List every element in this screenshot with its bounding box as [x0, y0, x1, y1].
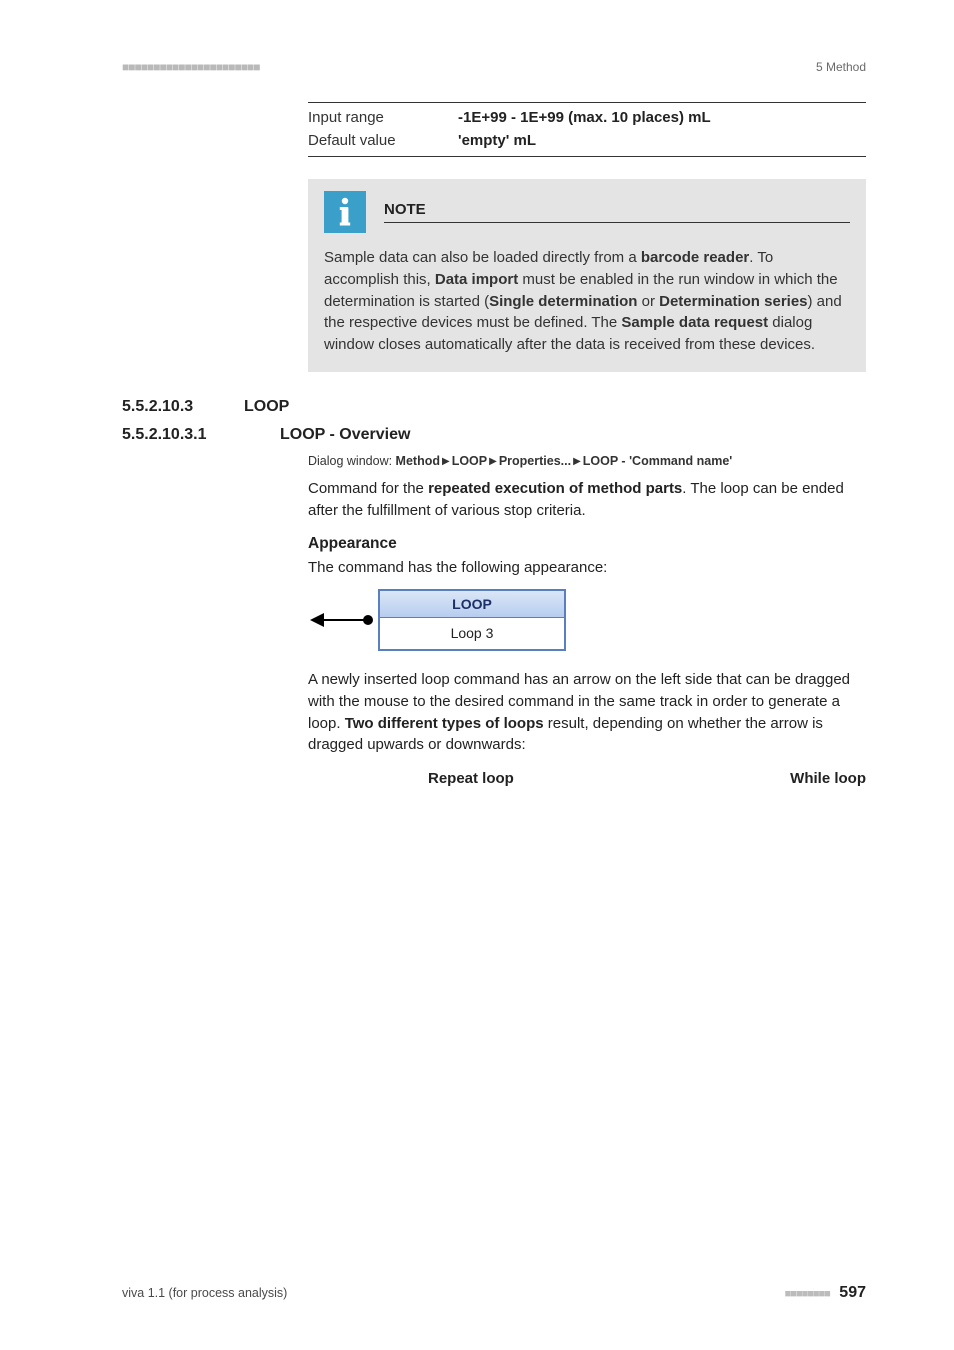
- section-number: 5.5.2.10.3: [122, 398, 244, 416]
- loop-types-row: Repeat loop While loop: [308, 770, 866, 787]
- parameter-table: Input range -1E+99 - 1E+99 (max. 10 plac…: [308, 102, 866, 157]
- dialog-path-prefix: Dialog window:: [308, 454, 396, 468]
- table-row: Input range -1E+99 - 1E+99 (max. 10 plac…: [308, 107, 866, 130]
- section-number: 5.5.2.10.3.1: [122, 426, 280, 444]
- header-chapter: 5 Method: [816, 60, 866, 74]
- param-value: 'empty' mL: [458, 130, 536, 153]
- triangle-icon: ▶: [571, 456, 583, 467]
- info-icon: [324, 191, 366, 233]
- footer-ornament: ■■■■■■■■: [785, 1288, 830, 1300]
- param-label: Default value: [308, 130, 458, 153]
- dialog-path-seg: LOOP: [452, 454, 487, 468]
- dialog-path-seg: Method: [396, 454, 440, 468]
- appearance-heading: Appearance: [308, 535, 866, 553]
- section-heading-loop: 5.5.2.10.3 LOOP: [122, 398, 866, 416]
- page-footer: viva 1.1 (for process analysis) ■■■■■■■■…: [122, 1284, 866, 1302]
- repeat-loop-label: Repeat loop: [428, 770, 514, 787]
- param-label: Input range: [308, 107, 458, 130]
- param-value: -1E+99 - 1E+99 (max. 10 places) mL: [458, 107, 711, 130]
- note-body: Sample data can also be loaded directly …: [324, 247, 850, 356]
- loop-command-card: LOOP Loop 3: [378, 589, 566, 651]
- page-header: ■■■■■■■■■■■■■■■■■■■■■■ 5 Method: [122, 60, 866, 74]
- section-heading-overview: 5.5.2.10.3.1 LOOP - Overview: [122, 426, 866, 444]
- while-loop-label: While loop: [790, 770, 866, 787]
- after-figure-text: A newly inserted loop command has an arr…: [308, 669, 866, 756]
- overview-intro: Command for the repeated execution of me…: [308, 478, 866, 522]
- loop-command-figure: LOOP Loop 3: [308, 589, 866, 651]
- dialog-path: Dialog window: Method▶LOOP▶Properties...…: [308, 454, 866, 468]
- note-callout: NOTE Sample data can also be loaded dire…: [308, 179, 866, 372]
- header-ornament-left: ■■■■■■■■■■■■■■■■■■■■■■: [122, 60, 259, 74]
- loop-card-header: LOOP: [380, 591, 564, 618]
- loop-arrow-icon: [308, 600, 378, 640]
- table-row: Default value 'empty' mL: [308, 130, 866, 153]
- section-title: LOOP - Overview: [280, 426, 410, 444]
- loop-card-body: Loop 3: [380, 618, 564, 649]
- appearance-lead: The command has the following appearance…: [308, 557, 866, 579]
- footer-product: viva 1.1 (for process analysis): [122, 1286, 287, 1300]
- triangle-icon: ▶: [440, 456, 452, 467]
- section-title: LOOP: [244, 398, 289, 416]
- page-number: 597: [839, 1284, 866, 1301]
- note-title: NOTE: [384, 201, 850, 223]
- dialog-path-seg: Properties...: [499, 454, 571, 468]
- triangle-icon: ▶: [487, 456, 499, 467]
- dialog-path-seg: LOOP - 'Command name': [583, 454, 733, 468]
